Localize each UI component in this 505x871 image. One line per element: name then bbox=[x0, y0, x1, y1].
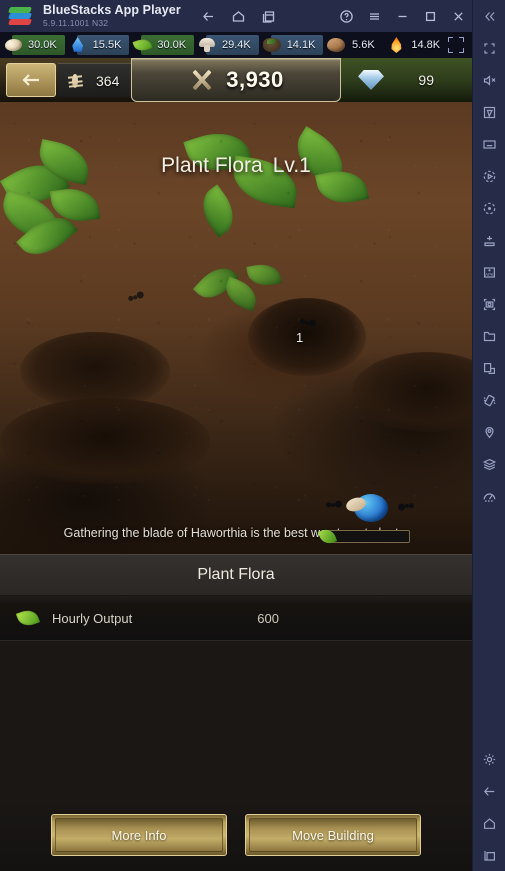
bluestacks-window: BlueStacks App Player 5.9.11.1001 N32 30… bbox=[0, 0, 505, 871]
panel-body: Hourly Output 600 bbox=[0, 596, 472, 641]
location-icon[interactable] bbox=[473, 416, 505, 448]
building-title-overlay: Plant Flora Lv.1 bbox=[0, 154, 472, 178]
app-version: 5.9.11.1001 N32 bbox=[43, 17, 109, 28]
ant-sprite bbox=[397, 501, 415, 512]
screenshot-icon[interactable] bbox=[473, 288, 505, 320]
ant-sprite bbox=[325, 499, 343, 509]
diamond-icon bbox=[358, 70, 384, 90]
resource-value: 29.4K bbox=[222, 39, 251, 51]
resource-value: 14.8K bbox=[411, 39, 441, 51]
titlebar-nav-group bbox=[195, 1, 283, 31]
home-icon[interactable] bbox=[225, 1, 253, 31]
ant-count-value: 364 bbox=[96, 72, 120, 89]
game-back-button[interactable] bbox=[6, 63, 56, 97]
power-badge[interactable]: 3,930 bbox=[131, 58, 341, 102]
resource-bar: 30.0K 15.5K 30.0K 29.4K 14.1K 5.6K 14.8K bbox=[0, 32, 472, 58]
gem-count-pill[interactable]: 99 bbox=[340, 58, 472, 102]
stat-value: 600 bbox=[257, 610, 279, 626]
fullscreen-icon[interactable] bbox=[473, 32, 505, 64]
game-scene[interactable]: Plant Flora Lv.1 1 Gathering the blade of… bbox=[0, 102, 472, 554]
move-building-label: Move Building bbox=[249, 818, 417, 852]
performance-icon[interactable] bbox=[473, 480, 505, 512]
emulator-stage: BlueStacks App Player 5.9.11.1001 N32 30… bbox=[0, 0, 472, 871]
svg-text:APK: APK bbox=[485, 272, 494, 277]
pointer-icon[interactable] bbox=[473, 96, 505, 128]
mute-icon[interactable] bbox=[473, 64, 505, 96]
install-apk-icon[interactable]: APK bbox=[473, 256, 505, 288]
move-building-button[interactable]: Move Building bbox=[245, 814, 421, 856]
footer-actions: More Info Move Building bbox=[0, 799, 472, 871]
honey-icon bbox=[385, 35, 407, 55]
ant-icon bbox=[66, 72, 84, 90]
copy-to-pc-icon[interactable] bbox=[473, 352, 505, 384]
multi-instance-icon[interactable] bbox=[255, 1, 283, 31]
water-icon bbox=[67, 35, 89, 55]
app-title: BlueStacks App Player bbox=[43, 3, 181, 18]
nest-pit bbox=[248, 298, 366, 376]
menu-icon[interactable] bbox=[360, 1, 388, 31]
soil-icon bbox=[261, 35, 283, 55]
back-icon[interactable] bbox=[195, 1, 223, 31]
crossed-swords-icon bbox=[188, 66, 216, 94]
resource-item-water[interactable]: 15.5K bbox=[67, 35, 130, 55]
mushroom-icon bbox=[196, 35, 218, 55]
terrain-shadow bbox=[352, 352, 472, 432]
multi-instance-sync-icon[interactable] bbox=[473, 448, 505, 480]
keyboard-icon[interactable] bbox=[473, 128, 505, 160]
stat-label: Hourly Output bbox=[52, 610, 133, 626]
terrain-shadow bbox=[0, 398, 210, 484]
settings-icon[interactable] bbox=[473, 743, 505, 775]
close-icon[interactable] bbox=[444, 1, 472, 31]
fullscreen-icon[interactable] bbox=[448, 37, 465, 53]
gather-progress-bar bbox=[317, 526, 410, 547]
home-icon[interactable] bbox=[473, 807, 505, 839]
power-value: 3,930 bbox=[226, 66, 284, 92]
building-level: Lv.1 bbox=[272, 154, 311, 177]
leaf-icon bbox=[15, 607, 41, 629]
gem-count-value: 99 bbox=[418, 72, 434, 88]
panel-building-name: Plant Flora bbox=[0, 554, 472, 596]
macro-record-icon[interactable] bbox=[473, 160, 505, 192]
leaf-icon bbox=[317, 526, 338, 547]
game-controls-icon[interactable] bbox=[473, 224, 505, 256]
bluestacks-logo bbox=[8, 5, 32, 27]
leaf-icon bbox=[131, 35, 153, 55]
record-screen-icon[interactable] bbox=[473, 192, 505, 224]
resource-value: 30.0K bbox=[28, 39, 57, 51]
resource-item-leaf[interactable]: 30.0K bbox=[131, 35, 195, 55]
foliage-decoration bbox=[246, 261, 282, 289]
resource-value: 15.5K bbox=[92, 39, 122, 51]
shake-icon[interactable] bbox=[473, 384, 505, 416]
foliage-decoration bbox=[192, 184, 244, 238]
app-title-block: BlueStacks App Player 5.9.11.1001 N32 bbox=[43, 4, 181, 27]
titlebar-window-group bbox=[332, 1, 472, 31]
resource-item-larva[interactable]: 30.0K bbox=[2, 35, 65, 55]
more-info-button[interactable]: More Info bbox=[51, 814, 227, 856]
building-title: Plant Flora bbox=[161, 154, 263, 177]
resource-value: 14.1K bbox=[286, 39, 316, 51]
stat-row-hourly-output: Hourly Output 600 bbox=[0, 596, 472, 641]
bluestacks-sidebar: APK bbox=[472, 0, 505, 871]
media-manager-icon[interactable] bbox=[473, 320, 505, 352]
maximize-icon[interactable] bbox=[416, 1, 444, 31]
back-icon[interactable] bbox=[473, 775, 505, 807]
resource-item-mushroom[interactable]: 29.4K bbox=[196, 35, 259, 55]
collapse-icon[interactable] bbox=[473, 0, 505, 32]
help-icon[interactable] bbox=[332, 1, 360, 31]
resource-item-nut[interactable]: 5.6K bbox=[325, 35, 383, 55]
blue-beetle-icon bbox=[344, 492, 392, 524]
game-hud: 364 3,930 99 bbox=[0, 58, 472, 102]
resource-item-honey[interactable]: 14.8K bbox=[385, 35, 448, 55]
recents-icon[interactable] bbox=[473, 839, 505, 871]
resource-value: 5.6K bbox=[352, 39, 375, 51]
resource-item-soil[interactable]: 14.1K bbox=[261, 35, 324, 55]
minimize-icon[interactable] bbox=[388, 1, 416, 31]
resource-value: 30.0K bbox=[157, 39, 187, 51]
titlebar: BlueStacks App Player 5.9.11.1001 N32 bbox=[0, 0, 472, 32]
more-info-label: More Info bbox=[55, 818, 223, 852]
nut-icon bbox=[325, 35, 347, 55]
ant-sprite bbox=[127, 290, 145, 304]
nest-pit-count: 1 bbox=[296, 330, 304, 345]
larva-icon bbox=[2, 35, 24, 55]
